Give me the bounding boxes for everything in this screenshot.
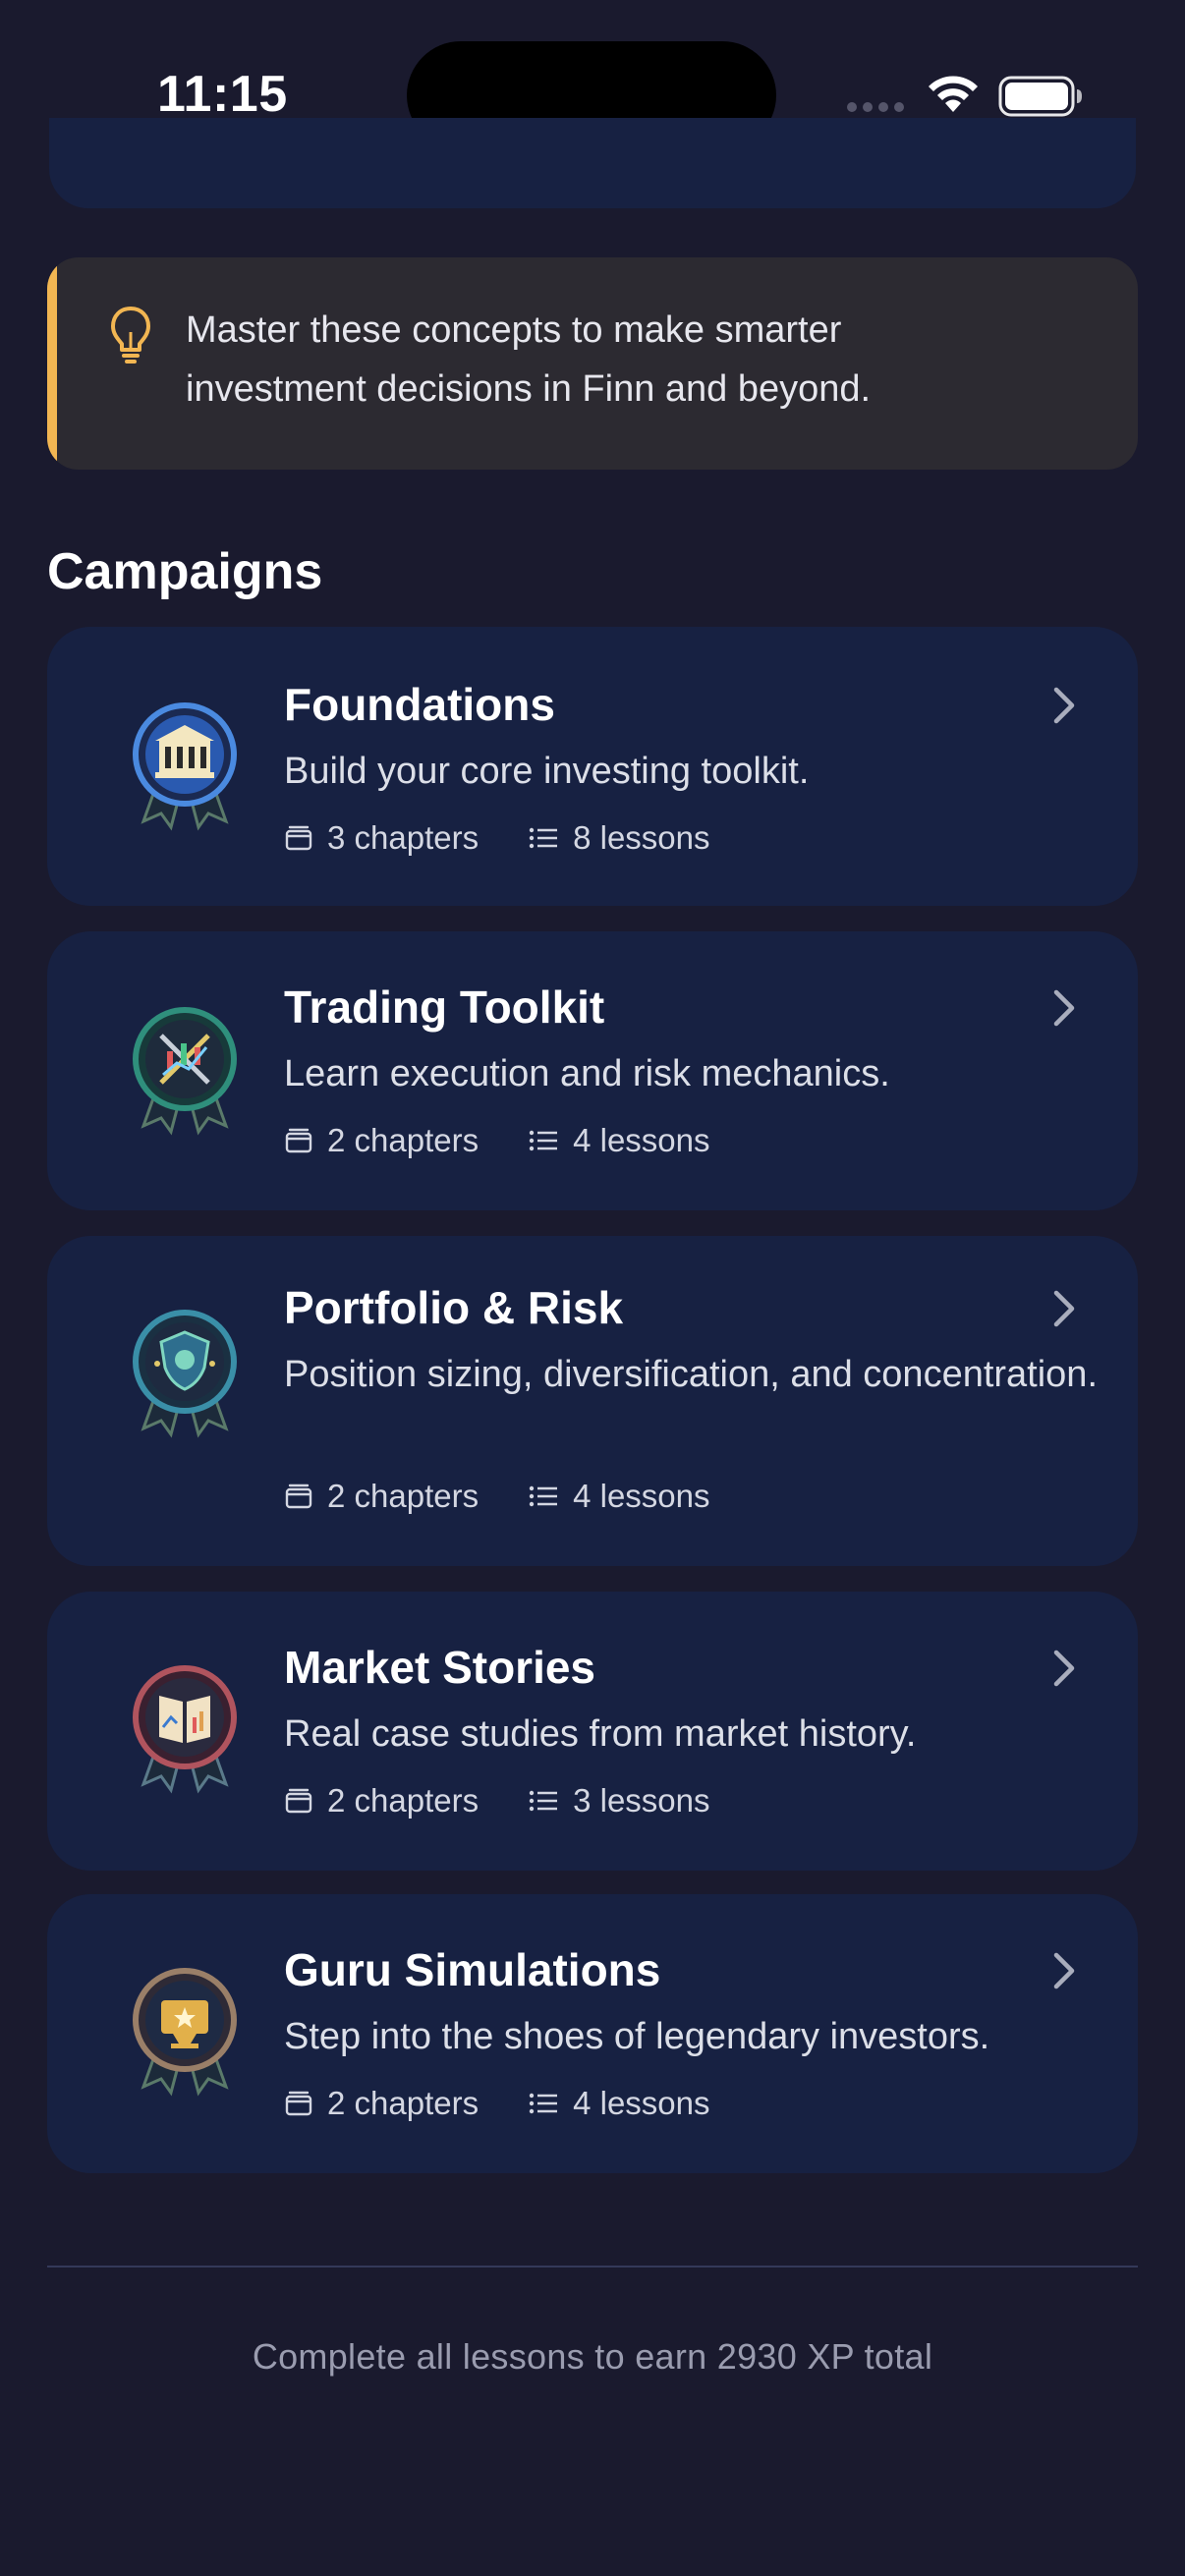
chapters-count: 2 chapters bbox=[327, 2085, 480, 2121]
campaign-title: Guru Simulations bbox=[284, 1944, 661, 1995]
shield-badge-icon bbox=[133, 1310, 237, 1438]
campaign-title: Market Stories bbox=[284, 1642, 596, 1693]
chapters-icon bbox=[285, 2091, 312, 2116]
campaign-description: Step into the shoes of legendary investo… bbox=[284, 2016, 990, 2057]
tip-banner: Master these concepts to make smarter in… bbox=[47, 257, 1138, 470]
chevron-right-icon bbox=[1053, 1290, 1075, 1327]
lessons-count: 8 lessons bbox=[573, 819, 710, 856]
chapters-icon bbox=[285, 1128, 312, 1153]
trophy-badge-icon bbox=[133, 1968, 237, 2097]
chart-tools-badge-icon bbox=[133, 1007, 237, 1136]
lessons-list-icon bbox=[529, 2093, 558, 2114]
wifi-icon bbox=[929, 76, 978, 112]
tip-text: Master these concepts to make smarter in… bbox=[186, 309, 872, 410]
chapters-count: 3 chapters bbox=[327, 819, 480, 856]
footer-xp-note: Complete all lessons to earn 2930 XP tot… bbox=[252, 2336, 933, 2377]
campaign-card-foundations[interactable]: Foundations Build your core investing to… bbox=[47, 627, 1138, 906]
cellular-signal-icon bbox=[847, 102, 904, 112]
lessons-list-icon bbox=[529, 827, 558, 849]
lessons-list-icon bbox=[529, 1790, 558, 1812]
campaign-card-trading-toolkit[interactable]: Trading Toolkit Learn execution and risk… bbox=[47, 931, 1138, 1210]
footer-divider bbox=[47, 2266, 1138, 2268]
lessons-count: 4 lessons bbox=[573, 2085, 710, 2121]
lessons-count: 3 lessons bbox=[573, 1782, 710, 1819]
lightbulb-icon bbox=[111, 307, 150, 364]
campaign-title: Portfolio & Risk bbox=[284, 1282, 624, 1333]
lessons-count: 4 lessons bbox=[573, 1478, 710, 1514]
campaign-card-portfolio-risk[interactable]: Portfolio & Risk Position sizing, divers… bbox=[47, 1236, 1138, 1566]
previous-card-bottom bbox=[49, 118, 1136, 208]
chevron-right-icon bbox=[1053, 1650, 1075, 1687]
chevron-right-icon bbox=[1053, 1952, 1075, 1989]
chapters-icon bbox=[285, 1484, 312, 1509]
lessons-count: 4 lessons bbox=[573, 1122, 710, 1158]
campaign-card-market-stories[interactable]: Market Stories Real case studies from ma… bbox=[47, 1592, 1138, 1871]
campaign-title: Foundations bbox=[284, 679, 555, 730]
chapters-count: 2 chapters bbox=[327, 1478, 480, 1514]
chapters-count: 2 chapters bbox=[327, 1782, 480, 1819]
status-time: 11:15 bbox=[157, 66, 288, 123]
tip-accent-bar bbox=[47, 257, 57, 470]
lessons-list-icon bbox=[529, 1130, 558, 1151]
campaign-description: Real case studies from market history. bbox=[284, 1713, 917, 1755]
campaign-title: Trading Toolkit bbox=[284, 981, 605, 1033]
book-badge-icon bbox=[133, 1665, 237, 1794]
lessons-list-icon bbox=[529, 1485, 558, 1507]
battery-icon bbox=[998, 76, 1082, 117]
chevron-right-icon bbox=[1053, 989, 1075, 1027]
chapters-count: 2 chapters bbox=[327, 1122, 480, 1158]
chevron-right-icon bbox=[1053, 687, 1075, 724]
chapters-icon bbox=[285, 1788, 312, 1814]
section-title: Campaigns bbox=[47, 543, 323, 600]
campaign-description: Build your core investing toolkit. bbox=[284, 751, 810, 792]
campaign-card-guru-simulations[interactable]: Guru Simulations Step into the shoes of … bbox=[47, 1894, 1138, 2173]
campaign-description: Learn execution and risk mechanics. bbox=[284, 1053, 890, 1094]
chapters-icon bbox=[285, 825, 312, 851]
bank-badge-icon bbox=[133, 702, 237, 831]
campaign-description: Position sizing, diversification, and co… bbox=[284, 1354, 1099, 1395]
